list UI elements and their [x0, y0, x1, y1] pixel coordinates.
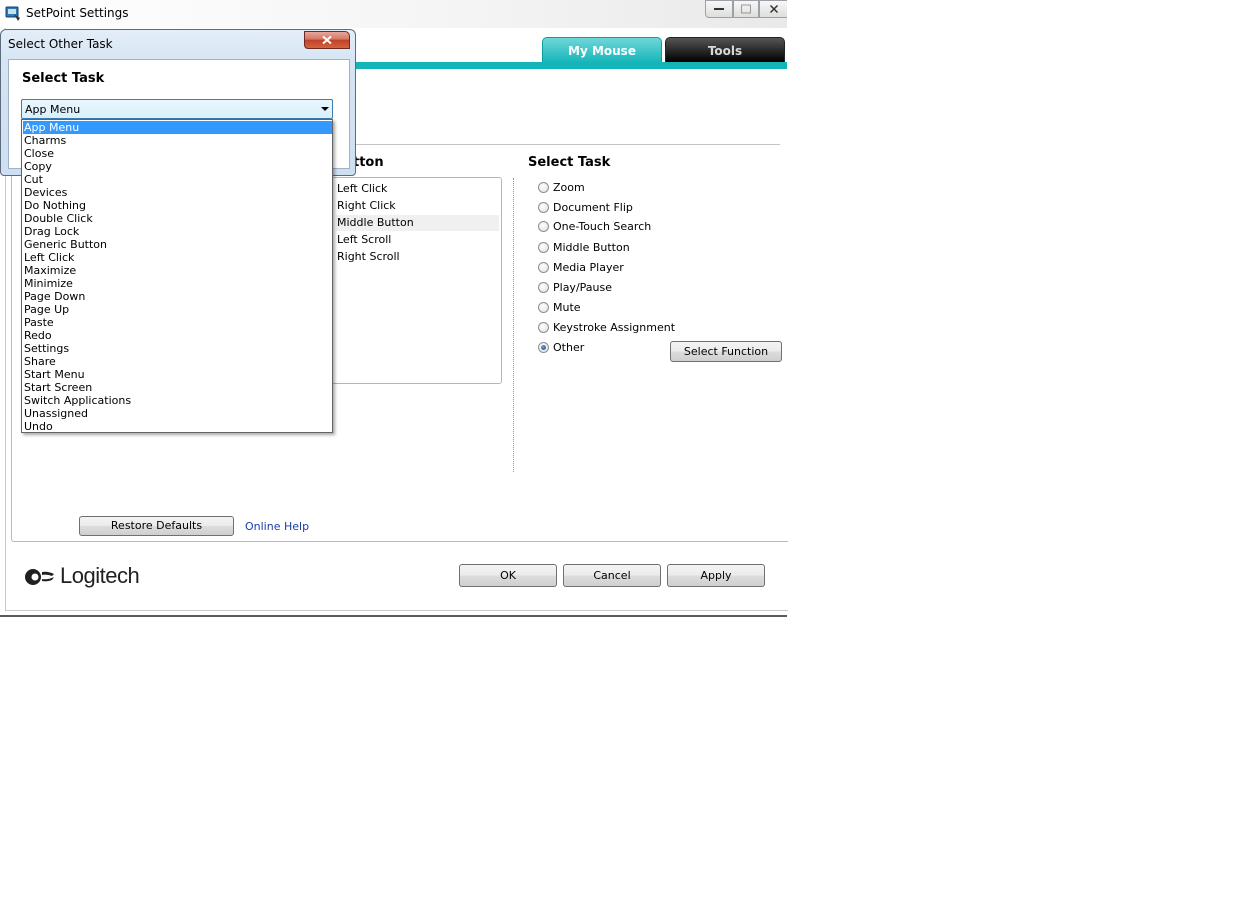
- radio-circle[interactable]: [538, 282, 549, 293]
- dropdown-option-settings[interactable]: Settings: [23, 342, 332, 355]
- task-dropdown-select[interactable]: App Menu: [21, 99, 333, 119]
- radio-label: Zoom: [553, 181, 585, 194]
- restore-defaults-button[interactable]: Restore Defaults: [79, 516, 234, 536]
- radio-circle[interactable]: [538, 302, 549, 313]
- radio-label: Play/Pause: [553, 281, 612, 294]
- cancel-button[interactable]: Cancel: [563, 564, 661, 587]
- dropdown-option-start-screen[interactable]: Start Screen: [23, 381, 332, 394]
- dropdown-option-close[interactable]: Close: [23, 147, 332, 160]
- button-list-item-right-click[interactable]: Right Click: [336, 198, 499, 214]
- button-list[interactable]: Left Click Right Click Middle Button Lef…: [331, 177, 502, 384]
- dropdown-option-double-click[interactable]: Double Click: [23, 212, 332, 225]
- online-help-link[interactable]: Online Help: [245, 520, 309, 533]
- radio-label: Media Player: [553, 261, 624, 274]
- radio-label: Document Flip: [553, 201, 633, 214]
- dropdown-option-page-up[interactable]: Page Up: [23, 303, 332, 316]
- window-title: SetPoint Settings: [26, 6, 129, 20]
- logitech-wordmark: Logitech: [60, 563, 140, 588]
- dropdown-option-app-menu[interactable]: App Menu: [23, 121, 332, 134]
- dialog-title: Select Other Task: [8, 37, 113, 51]
- dropdown-option-paste[interactable]: Paste: [23, 316, 332, 329]
- dropdown-option-cut[interactable]: Cut: [23, 173, 332, 186]
- maximize-icon: [741, 4, 751, 14]
- dialog-select-task-heading: Select Task: [22, 71, 105, 86]
- window-close-button[interactable]: [759, 0, 787, 18]
- button-list-item-left-click[interactable]: Left Click: [336, 181, 499, 197]
- select-button-heading: tton: [353, 155, 384, 170]
- close-icon: [769, 4, 778, 14]
- radio-circle[interactable]: [538, 242, 549, 253]
- close-icon: [322, 35, 332, 45]
- radio-circle[interactable]: [538, 221, 549, 232]
- dropdown-option-redo[interactable]: Redo: [23, 329, 332, 342]
- dropdown-option-page-down[interactable]: Page Down: [23, 290, 332, 303]
- dropdown-option-generic-button[interactable]: Generic Button: [23, 238, 332, 251]
- radio-circle[interactable]: [538, 322, 549, 333]
- maximize-button[interactable]: [733, 0, 759, 18]
- radio-label: Keystroke Assignment: [553, 321, 676, 334]
- setpoint-app-icon: [5, 6, 20, 21]
- title-bar: SetPoint Settings: [0, 0, 787, 28]
- dropdown-option-copy[interactable]: Copy: [23, 160, 332, 173]
- dropdown-option-minimize[interactable]: Minimize: [23, 277, 332, 290]
- logitech-mark-icon: [25, 569, 54, 585]
- dropdown-option-charms[interactable]: Charms: [23, 134, 332, 147]
- radio-circle[interactable]: [538, 202, 549, 213]
- tab-accent-stripe: [352, 62, 787, 69]
- task-dropdown-value: App Menu: [25, 103, 81, 116]
- radio-circle[interactable]: [538, 182, 549, 193]
- radio-label: Mute: [553, 301, 581, 314]
- radio-label: Other: [553, 341, 585, 354]
- select-function-button[interactable]: Select Function: [670, 341, 782, 362]
- header-divider: [345, 144, 780, 145]
- button-list-item-right-scroll[interactable]: Right Scroll: [336, 249, 499, 265]
- select-task-heading: Select Task: [528, 155, 611, 170]
- tab-tools[interactable]: Tools: [665, 37, 785, 63]
- dropdown-option-devices[interactable]: Devices: [23, 186, 332, 199]
- dropdown-option-unassigned[interactable]: Unassigned: [23, 407, 332, 420]
- minimize-button[interactable]: [705, 0, 733, 18]
- window-bottom-edge: [0, 615, 787, 617]
- task-dropdown-list[interactable]: App Menu Charms Close Copy Cut Devices D…: [21, 119, 333, 433]
- radio-label: One-Touch Search: [553, 220, 652, 233]
- chevron-down-icon[interactable]: [321, 107, 329, 111]
- dropdown-option-maximize[interactable]: Maximize: [23, 264, 332, 277]
- dropdown-option-switch-applications[interactable]: Switch Applications: [23, 394, 332, 407]
- radio-label: Middle Button: [553, 241, 630, 254]
- tab-my-mouse[interactable]: My Mouse: [542, 37, 662, 63]
- button-list-item-left-scroll[interactable]: Left Scroll: [336, 232, 499, 248]
- ok-button[interactable]: OK: [459, 564, 557, 587]
- minimize-icon: [714, 8, 724, 10]
- radio-circle-checked[interactable]: [538, 342, 549, 353]
- dropdown-option-share[interactable]: Share: [23, 355, 332, 368]
- dropdown-option-drag-lock[interactable]: Drag Lock: [23, 225, 332, 238]
- radio-circle[interactable]: [538, 262, 549, 273]
- button-list-item-middle-button[interactable]: Middle Button: [336, 215, 499, 231]
- dialog-close-button[interactable]: [304, 31, 350, 49]
- column-separator: [513, 178, 514, 472]
- dropdown-option-start-menu[interactable]: Start Menu: [23, 368, 332, 381]
- dropdown-option-undo[interactable]: Undo: [23, 420, 332, 433]
- apply-button[interactable]: Apply: [667, 564, 765, 587]
- dropdown-option-do-nothing[interactable]: Do Nothing: [23, 199, 332, 212]
- dropdown-option-left-click[interactable]: Left Click: [23, 251, 332, 264]
